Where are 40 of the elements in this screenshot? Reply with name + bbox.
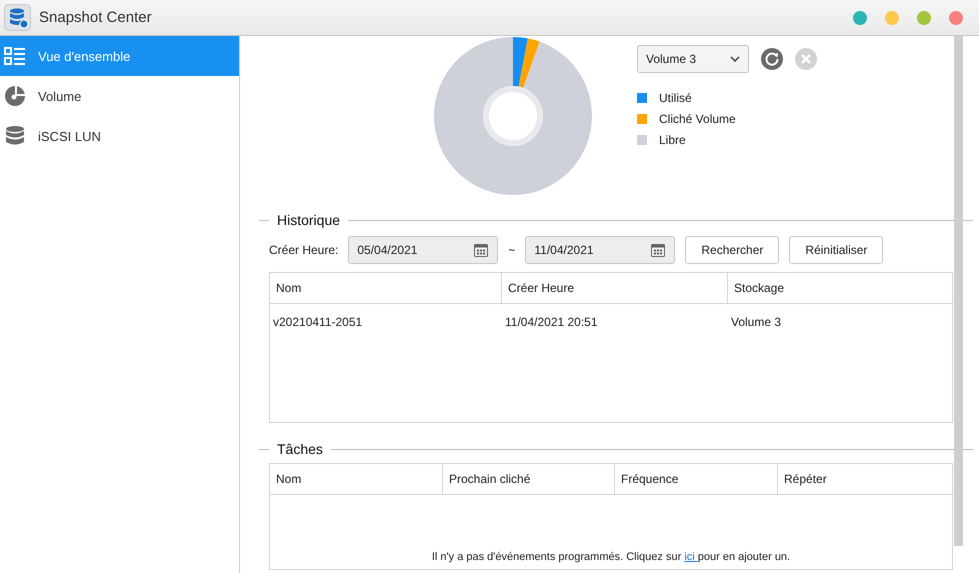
window-control[interactable] (853, 10, 867, 24)
app-icon (4, 4, 31, 31)
section-title: Tâches (277, 441, 323, 457)
date-field[interactable]: 05/04/2021 (348, 236, 498, 264)
legend-label: Utilisé (659, 91, 692, 105)
table-cell: v20210411-2051 (273, 315, 362, 329)
date-field[interactable]: 11/04/2021 (525, 236, 676, 264)
close-icon[interactable] (795, 48, 817, 70)
legend-label: Cliché Volume (659, 112, 736, 126)
filter-label: Créer Heure: (269, 243, 338, 257)
table-cell: Volume 3 (731, 315, 782, 329)
scrollbar-thumb[interactable] (954, 36, 963, 546)
window-control[interactable] (949, 10, 963, 24)
table-cell: 11/04/2021 20:51 (505, 315, 598, 329)
calendar-icon[interactable] (650, 242, 666, 258)
sidebar-item[interactable]: iSCSI LUN (0, 116, 239, 156)
column-header[interactable]: Stockage (728, 273, 952, 303)
column-header[interactable]: Répéter (778, 464, 952, 494)
section-title: Historique (277, 212, 340, 228)
add-link[interactable]: ici (684, 551, 698, 563)
database-icon (4, 125, 26, 147)
column-header[interactable]: Nom (270, 464, 443, 494)
list-icon (4, 45, 26, 67)
window-control[interactable] (917, 10, 931, 24)
range-separator: ~ (508, 243, 516, 257)
window-title: Snapshot Center (39, 9, 153, 26)
chevron-icon (730, 56, 740, 62)
empty-message: Il n'y a pas d'événements programmés. Cliquez sur ici pour en ajouter un. (432, 551, 790, 563)
window-control[interactable] (885, 10, 899, 24)
column-header[interactable]: Nom (270, 273, 502, 303)
volume-dropdown[interactable]: Volume 3 (637, 45, 749, 73)
column-header[interactable]: Fréquence (615, 464, 778, 494)
sidebar-item[interactable]: Volume (0, 76, 239, 116)
refresh-icon[interactable] (761, 48, 783, 70)
legend-label: Libre (659, 133, 686, 147)
column-header[interactable]: Créer Heure (502, 273, 728, 303)
calendar-icon[interactable] (473, 242, 490, 258)
action-button[interactable]: Réinitialiser (789, 236, 884, 264)
column-header[interactable]: Prochain cliché (443, 464, 615, 494)
action-button[interactable]: Rechercher (685, 236, 780, 264)
